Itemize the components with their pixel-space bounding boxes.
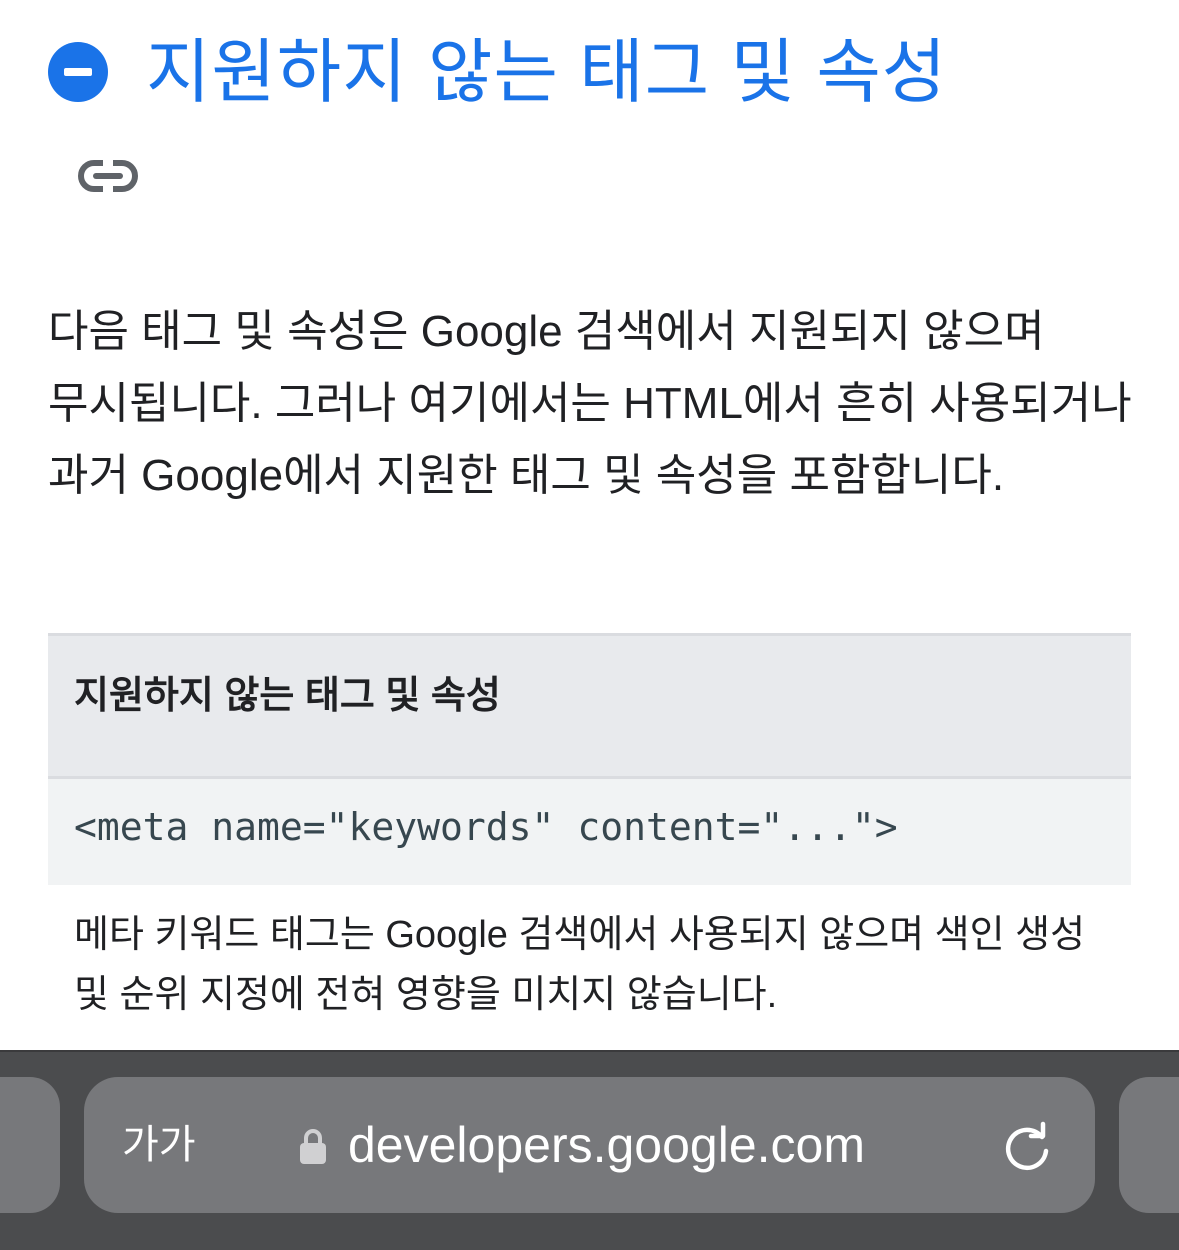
- text-size-button[interactable]: 가가: [122, 1121, 196, 1169]
- previous-tab[interactable]: [0, 1077, 60, 1213]
- url-text[interactable]: developers.google.com: [348, 1115, 865, 1175]
- intro-paragraph: 다음 태그 및 속성은 Google 검색에서 지원되지 않으며 무시됩니다. …: [48, 307, 1132, 500]
- address-bar[interactable]: 가가 developers.google.com: [84, 1077, 1095, 1213]
- page: 지원하지 않는 태그 및 속성 다음 태그 및 속성은 Google 검색에서 …: [0, 0, 1179, 1250]
- section-title: 지원하지 않는 태그 및 속성: [146, 33, 948, 111]
- link-icon[interactable]: [76, 156, 140, 196]
- minus-bar: [64, 68, 92, 76]
- next-tab[interactable]: [1119, 1077, 1179, 1213]
- reload-icon[interactable]: [1002, 1121, 1054, 1173]
- section-heading: 지원하지 않는 태그 및 속성: [48, 22, 947, 122]
- unsupported-tags-table: 지원하지 않는 태그 및 속성 <meta name="keywords" co…: [48, 633, 1131, 1025]
- row-description: 메타 키워드 태그는 Google 검색에서 사용되지 않으며 색인 생성 및 …: [74, 914, 1086, 1016]
- code-snippet: <meta name="keywords" content="...">: [48, 779, 1131, 885]
- browser-toolbar: 가가 developers.google.com: [0, 1050, 1179, 1250]
- minus-circle-icon[interactable]: [48, 42, 108, 102]
- lock-icon: [300, 1129, 326, 1164]
- table-header: 지원하지 않는 태그 및 속성: [48, 633, 1131, 779]
